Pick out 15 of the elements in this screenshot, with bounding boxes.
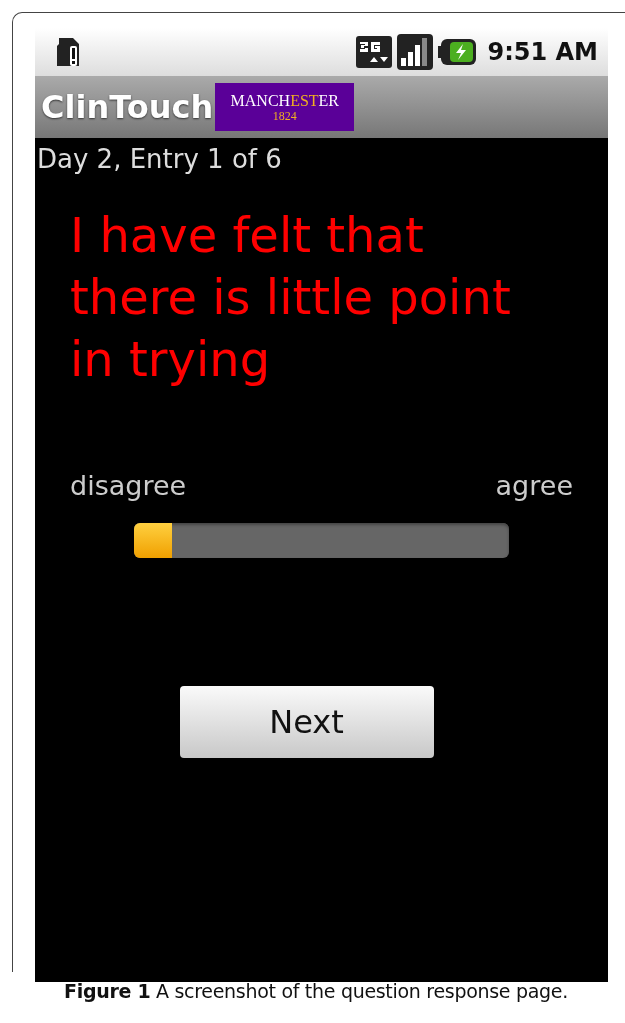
next-button[interactable]: Next [179, 686, 434, 758]
entry-label: Day 2, Entry 1 of 6 [36, 143, 283, 174]
network-3g-icon [356, 34, 393, 70]
scale-min-label: disagree [70, 470, 187, 501]
slider-track[interactable] [134, 523, 509, 558]
university-logo: MANCHESTER 1824 [215, 83, 355, 131]
signal-icon [397, 34, 434, 70]
clock-time: 9:51 AM [487, 38, 598, 66]
sd-card-warning-icon [55, 36, 81, 68]
question-text: I have felt that there is little point in trying [69, 206, 512, 389]
app-title: ClinTouch [41, 88, 214, 126]
scale-max-label: agree [495, 470, 573, 501]
battery-charging-icon [438, 37, 477, 67]
slider-fill[interactable] [134, 523, 172, 558]
figure-caption: Figure 1 A screenshot of the question response page. [63, 979, 569, 1002]
